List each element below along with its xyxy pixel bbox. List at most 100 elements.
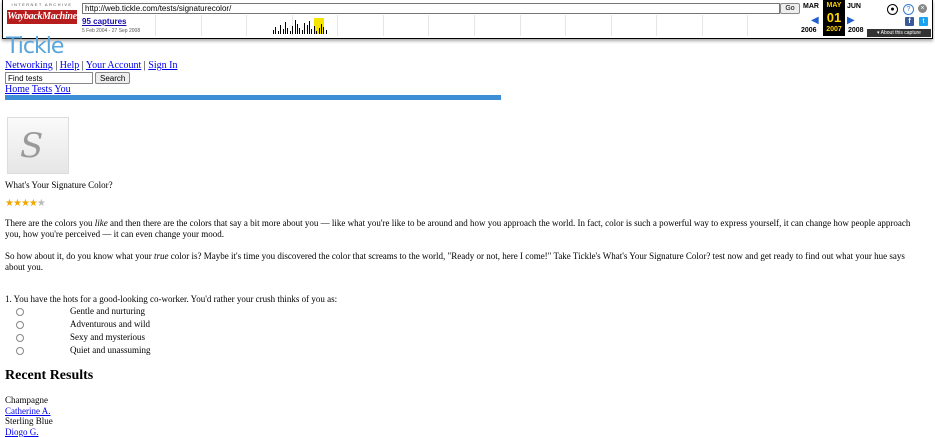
option-row[interactable]: Adventurous and wild (16, 319, 150, 329)
recent-results-heading: Recent Results (5, 368, 94, 383)
test-thumbnail: S (7, 117, 69, 174)
header-divider (5, 95, 501, 100)
question-text: 1. You have the hots for a good-looking … (5, 294, 338, 304)
sparkline-bar (275, 27, 277, 34)
sparkline-bar (287, 28, 289, 34)
sparkline-year-cell[interactable] (428, 15, 475, 36)
star-icon: ★ (36, 198, 46, 209)
intro2-emphasis: true (154, 251, 169, 261)
intro-paragraph-1: There are the colors you like and then t… (5, 218, 925, 240)
radio-button[interactable] (16, 320, 24, 329)
radio-button[interactable] (16, 333, 24, 342)
option-label: Quiet and unassuming (70, 345, 151, 355)
sparkline-bar (285, 22, 286, 34)
sparkline-bar (316, 31, 318, 34)
sparkline-bar (318, 28, 320, 34)
sparkline-year-cell[interactable] (656, 15, 703, 36)
close-icon[interactable]: × (918, 4, 927, 13)
wayback-logo-main: WaybackMachine (7, 10, 77, 24)
help-icon[interactable]: ? (903, 4, 914, 15)
sparkline-year-cell[interactable] (747, 15, 794, 36)
sparkline-bar (325, 30, 327, 34)
intro1-emphasis: like (94, 218, 108, 228)
option-row[interactable]: Sexy and mysterious (16, 332, 145, 342)
sparkline-bar (273, 30, 274, 34)
recent-results-list: Champagne Catherine A. Sterling Blue Dio… (5, 395, 53, 437)
sparkline-bar (306, 25, 308, 34)
intro1-text-b: and then there are the colors that say a… (5, 218, 911, 239)
wayback-next-year[interactable]: 2008 (848, 27, 864, 34)
tickle-logo[interactable]: Tickle (6, 34, 64, 59)
wayback-next-month[interactable]: JUN (844, 3, 864, 10)
sparkline-year-cell[interactable] (701, 15, 749, 36)
subnav-home-link[interactable]: Home (5, 84, 29, 95)
nav-signin-link[interactable]: Sign In (148, 60, 177, 71)
subnav-you-link[interactable]: You (54, 84, 70, 95)
option-label: Sexy and mysterious (70, 332, 145, 342)
sparkline-year-cell[interactable] (382, 15, 430, 36)
recent-result-user-link[interactable]: Diogo G. (5, 427, 39, 437)
sparkline-bar (311, 29, 313, 34)
sparkline-bar (280, 25, 282, 34)
user-icon[interactable]: ● (887, 4, 898, 15)
wayback-current-day: 01 (826, 10, 842, 25)
sparkline-bar (309, 21, 310, 34)
wayback-url-input[interactable]: http://web.tickle.com/tests/signaturecol… (82, 3, 780, 14)
intro1-text-a: There are the colors you (5, 218, 95, 228)
sub-nav: Home Tests You (5, 84, 71, 95)
top-nav: Networking | Help | Your Account | Sign … (5, 60, 178, 71)
wayback-date-range: 5 Feb 2004 - 27 Sep 2008 (82, 28, 141, 34)
nav-account-link[interactable]: Your Account (86, 60, 141, 71)
sparkline-year-cell[interactable] (565, 15, 612, 36)
sparkline-year-cell[interactable] (155, 15, 202, 36)
wayback-captures-link[interactable]: 95 captures (82, 17, 126, 26)
sparkline-year-cell[interactable] (337, 15, 384, 36)
nav-help-link[interactable]: Help (60, 60, 79, 71)
recent-result-color: Champagne (5, 395, 48, 405)
star-icon: ★ (20, 198, 30, 209)
sparkline-bar (277, 31, 279, 34)
subnav-tests-link[interactable]: Tests (32, 84, 52, 95)
sparkline-bar (299, 28, 301, 34)
star-rating: ★★★★★ (5, 198, 46, 209)
intro-paragraph-2: So how about it, do you know what your t… (5, 251, 925, 273)
signature-s-icon: S (20, 126, 44, 166)
sparkline-year-cell[interactable] (200, 15, 248, 36)
wayback-prev-month[interactable]: MAR (801, 3, 821, 10)
option-row[interactable]: Quiet and unassuming (16, 345, 151, 355)
star-icon: ★ (12, 198, 22, 209)
about-capture-button[interactable]: ▾ About this capture (867, 29, 931, 37)
intro2-text-a: So how about it, do you know what your (5, 251, 154, 261)
sparkline-bar (301, 30, 303, 34)
facebook-icon[interactable]: f (905, 17, 914, 26)
wayback-prev-year[interactable]: 2006 (801, 27, 817, 34)
search-button[interactable]: Search (95, 72, 131, 84)
radio-button[interactable] (16, 307, 24, 316)
wayback-prev-arrow-icon[interactable]: ◀ (811, 15, 819, 26)
radio-button[interactable] (16, 346, 24, 355)
sparkline-bar (323, 27, 325, 34)
wayback-next-arrow-icon[interactable]: ▶ (847, 15, 855, 26)
wayback-sparkline[interactable] (155, 15, 793, 36)
option-label: Adventurous and wild (70, 319, 150, 329)
option-label: Gentle and nurturing (70, 306, 145, 316)
sparkline-year-cell[interactable] (519, 15, 567, 36)
wayback-go-button[interactable]: Go (780, 3, 800, 14)
star-icon: ★ (28, 198, 38, 209)
search-input[interactable] (5, 72, 93, 84)
sparkline-bar (289, 31, 291, 34)
wayback-current-capture: MAY 01 2007 (823, 0, 845, 36)
wayback-logo[interactable]: INTERNET ARCHIVE WaybackMachine (7, 2, 77, 34)
recent-result-color: Sterling Blue (5, 416, 53, 426)
recent-result-user-link[interactable]: Catherine A. (5, 406, 51, 416)
twitter-icon[interactable]: t (919, 17, 928, 26)
sparkline-year-cell[interactable] (610, 15, 658, 36)
sparkline-bar (321, 24, 322, 34)
nav-networking-link[interactable]: Networking (5, 60, 53, 71)
sparkline-year-cell[interactable] (474, 15, 521, 36)
option-row[interactable]: Gentle and nurturing (16, 306, 145, 316)
sparkline-bar (304, 23, 306, 34)
wayback-logo-top: INTERNET ARCHIVE (11, 2, 73, 7)
star-icon: ★ (5, 198, 14, 209)
sparkline-bar (282, 29, 284, 34)
